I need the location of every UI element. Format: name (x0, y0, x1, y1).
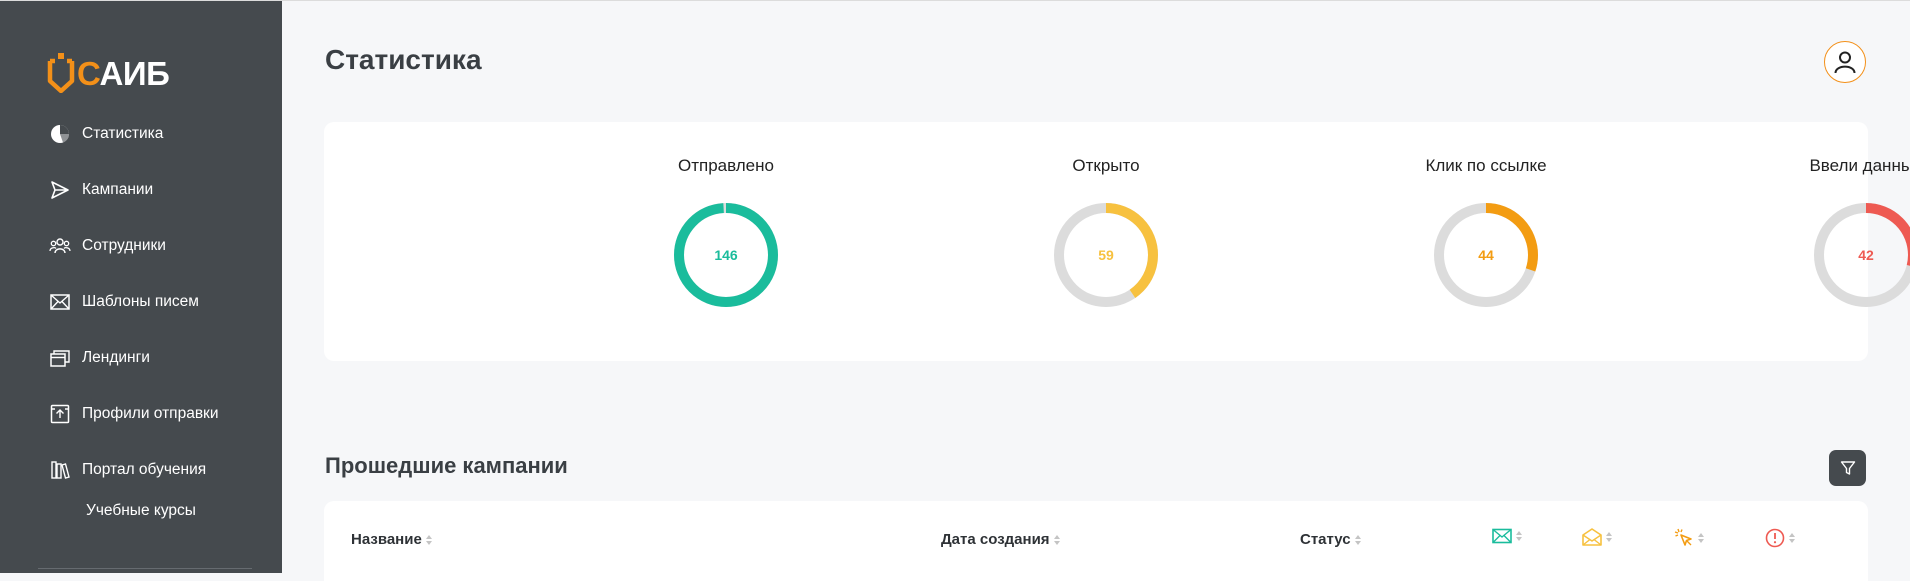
alert-circle-icon (1765, 528, 1785, 548)
column-header-label: Статус (1300, 531, 1351, 548)
sidebar-item-email-templates[interactable]: Шаблоны писем (48, 287, 199, 317)
column-header-status[interactable]: Статус (1300, 531, 1361, 548)
donut-value: 59 (1098, 247, 1114, 263)
sort-icon (1053, 534, 1060, 545)
column-header-name[interactable]: Название (351, 531, 432, 548)
column-header-date[interactable]: Дата создания (941, 531, 1060, 548)
section-title: Прошедшие кампании (325, 453, 568, 478)
stat-label: Открыто (1072, 156, 1140, 175)
stat-label: Отправлено (678, 156, 774, 175)
sort-icon (1789, 533, 1795, 543)
donut-value: 44 (1478, 247, 1494, 263)
donut-chart: 44 (1434, 203, 1538, 307)
filter-button[interactable] (1829, 450, 1866, 486)
sidebar-item-learning-portal[interactable]: Портал обучения (48, 455, 206, 485)
page-title: Статистика (325, 44, 482, 75)
logo-text: САИБ (77, 54, 170, 92)
sidebar-item-label: Лендинги (82, 349, 150, 366)
donut-value: 146 (714, 247, 738, 263)
column-header-opened[interactable] (1582, 528, 1612, 546)
users-icon (48, 234, 72, 258)
donut-chart: 146 (674, 203, 778, 307)
sidebar-item-label: Профили отправки (82, 405, 219, 422)
sidebar-subitem-courses[interactable]: Учебные курсы (86, 502, 196, 520)
sidebar-item-label: Портал обучения (82, 461, 207, 478)
sidebar-item-label: Кампании (82, 181, 154, 198)
sidebar-item-employees[interactable]: Сотрудники (48, 231, 166, 261)
user-icon (1834, 51, 1856, 74)
sort-icon (425, 534, 432, 545)
column-header-label: Название (351, 531, 422, 548)
stat-link-click: Клик по ссылке 44 (1366, 154, 1606, 310)
cursor-click-icon (1674, 528, 1692, 546)
sidebar-item-statistics[interactable]: Статистика (48, 119, 163, 149)
sidebar-item-landings[interactable]: Лендинги (48, 343, 150, 373)
books-icon (48, 458, 72, 482)
donut-chart: 59 (1054, 203, 1158, 307)
donut-value: 42 (1858, 247, 1874, 263)
sort-icon (1354, 534, 1361, 545)
sidebar-divider (38, 568, 252, 569)
envelope-icon (48, 290, 72, 314)
column-header-label: Дата создания (941, 531, 1050, 548)
column-header-data-entered[interactable] (1765, 528, 1795, 548)
stat-label: Ввели данные (1809, 156, 1910, 175)
logo[interactable]: САИБ (46, 53, 170, 93)
sidebar-item-campaigns[interactable]: Кампании (48, 175, 153, 205)
sidebar-item-label: Сотрудники (82, 237, 166, 254)
sort-icon (1516, 531, 1522, 541)
campaigns-table: Название Дата создания Статус (324, 501, 1868, 581)
sidebar: САИБ Статистика Кампании Сотрудники Шабл… (0, 1, 282, 573)
column-header-sent[interactable] (1492, 528, 1522, 544)
sort-icon (1698, 533, 1704, 543)
donut-chart: 42 (1814, 203, 1910, 307)
top-border (0, 0, 1910, 1)
stat-label: Клик по ссылке (1425, 156, 1547, 175)
envelope-icon (1492, 528, 1512, 544)
sidebar-item-label: Шаблоны писем (82, 293, 199, 310)
sidebar-item-sending-profiles[interactable]: Профили отправки (48, 399, 219, 429)
open-envelope-icon (1582, 528, 1602, 546)
upload-box-icon (48, 402, 72, 426)
column-header-clicked[interactable] (1674, 528, 1704, 548)
stat-data-entered: Ввели данные 42 (1746, 154, 1910, 310)
shield-logo-icon (47, 53, 75, 93)
stat-opened: Открыто 59 (986, 154, 1226, 310)
filter-icon (1840, 461, 1855, 475)
pie-chart-icon (48, 122, 72, 146)
sidebar-item-label: Статистика (82, 125, 164, 142)
stats-card: Отправлено 146 Открыто 59 Клик по ссылке… (324, 122, 1910, 361)
windows-icon (48, 346, 72, 370)
stat-sent: Отправлено 146 (606, 154, 846, 310)
paper-plane-icon (48, 178, 72, 202)
sort-icon (1606, 532, 1612, 542)
user-avatar-button[interactable] (1824, 41, 1866, 83)
